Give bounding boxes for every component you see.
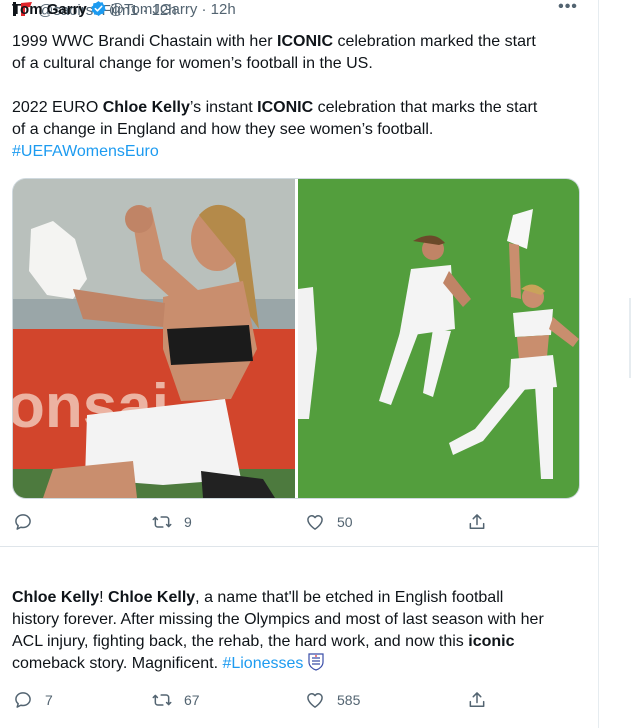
tweet1-p1-bold: ICONIC (277, 33, 333, 50)
retweet-icon (152, 516, 172, 528)
tweet2-sep: · (201, 1, 207, 18)
tweet1-p2-a: 2022 EURO (12, 99, 103, 116)
photo-chloe-kelly[interactable] (298, 179, 579, 498)
tweet2-line2: history forever. After missing the Olymp… (12, 611, 544, 628)
retweet-count: 9 (184, 514, 192, 530)
timeline: @saoirseFilm1 · 12h ••• 1999 WWC Brandi … (0, 0, 599, 728)
share-icon (469, 514, 485, 529)
tweet1-p1-line2: of a cultural change for women’s footbal… (12, 55, 373, 72)
reply-button[interactable]: 7 (13, 688, 53, 712)
tweet1-text-p2: 2022 EURO Chloe Kelly’s instant ICONIC c… (12, 97, 582, 163)
tweet2-b: , a name that'll be etched in English fo… (195, 589, 504, 606)
tweet1-p1-a: 1999 WWC Brandi Chastain with her (12, 33, 277, 50)
retweet-button[interactable]: 67 (152, 688, 200, 712)
retweet-count: 67 (184, 692, 200, 708)
tweet2-text: Chloe Kelly! Chloe Kelly, a name that'll… (12, 587, 582, 678)
tweet1-p2-c: celebration that marks the start (313, 99, 538, 116)
retweet-icon (152, 694, 172, 706)
tweet2-name[interactable]: Tom Garry (12, 1, 87, 18)
share-button[interactable] (467, 688, 487, 712)
tweet2-line4-a: comeback story. Magnificent. (12, 655, 223, 672)
like-button[interactable]: 585 (305, 688, 360, 712)
tweet1-p1-b: celebration marked the start (333, 33, 536, 50)
tweet2-time[interactable]: 12h (211, 1, 236, 18)
tweet1-p2-line2: of a change in England and how they see … (12, 121, 434, 138)
tweet1-actions: 9 50 (0, 510, 598, 534)
photo-brandi-chastain[interactable]: onsai (13, 179, 295, 498)
tweet1-media[interactable]: onsai (12, 178, 580, 499)
tweet2-line3-bold: iconic (468, 633, 515, 650)
reply-icon (15, 514, 31, 530)
tweet2-handle[interactable]: @TomJGarry (109, 1, 198, 18)
right-column-edge (599, 0, 634, 728)
reply-count: 7 (45, 692, 53, 708)
like-icon (307, 515, 323, 530)
tweet1-p2-bold1: Chloe Kelly (102, 99, 190, 116)
reply-button[interactable] (13, 510, 45, 534)
tweet1-p2-b: ’s instant (189, 99, 258, 116)
right-column-border (629, 298, 631, 378)
more-icon[interactable]: ••• (558, 0, 578, 20)
share-button[interactable] (467, 510, 487, 534)
tweet2-actions: 7 67 585 (0, 688, 598, 712)
tweet2-header: Tom Garry @TomJGarry · 12h (12, 0, 236, 20)
like-button[interactable]: 50 (305, 510, 353, 534)
tweet1-p2-bold2: ICONIC (257, 99, 314, 116)
tweet2-line3-a: ACL injury, fighting back, the rehab, th… (12, 633, 469, 650)
reply-icon (15, 692, 31, 708)
retweet-button[interactable]: 9 (152, 510, 192, 534)
hashtag-lionesses[interactable]: #Lionesses (222, 655, 303, 672)
tweet2-bold2: Chloe Kelly (108, 589, 196, 606)
england-crest-icon (308, 653, 324, 678)
tweet2-bold1: Chloe Kelly (12, 589, 100, 606)
tweet1-text-p1: 1999 WWC Brandi Chastain with her ICONIC… (12, 31, 582, 75)
like-count: 585 (337, 692, 361, 708)
like-icon (307, 693, 323, 708)
verified-icon (90, 0, 107, 17)
like-count: 50 (337, 514, 353, 530)
share-icon (469, 692, 485, 707)
tweet2-a: ! (99, 589, 109, 606)
hashtag-uefawomenseuro[interactable]: #UEFAWomensEuro (12, 143, 159, 160)
